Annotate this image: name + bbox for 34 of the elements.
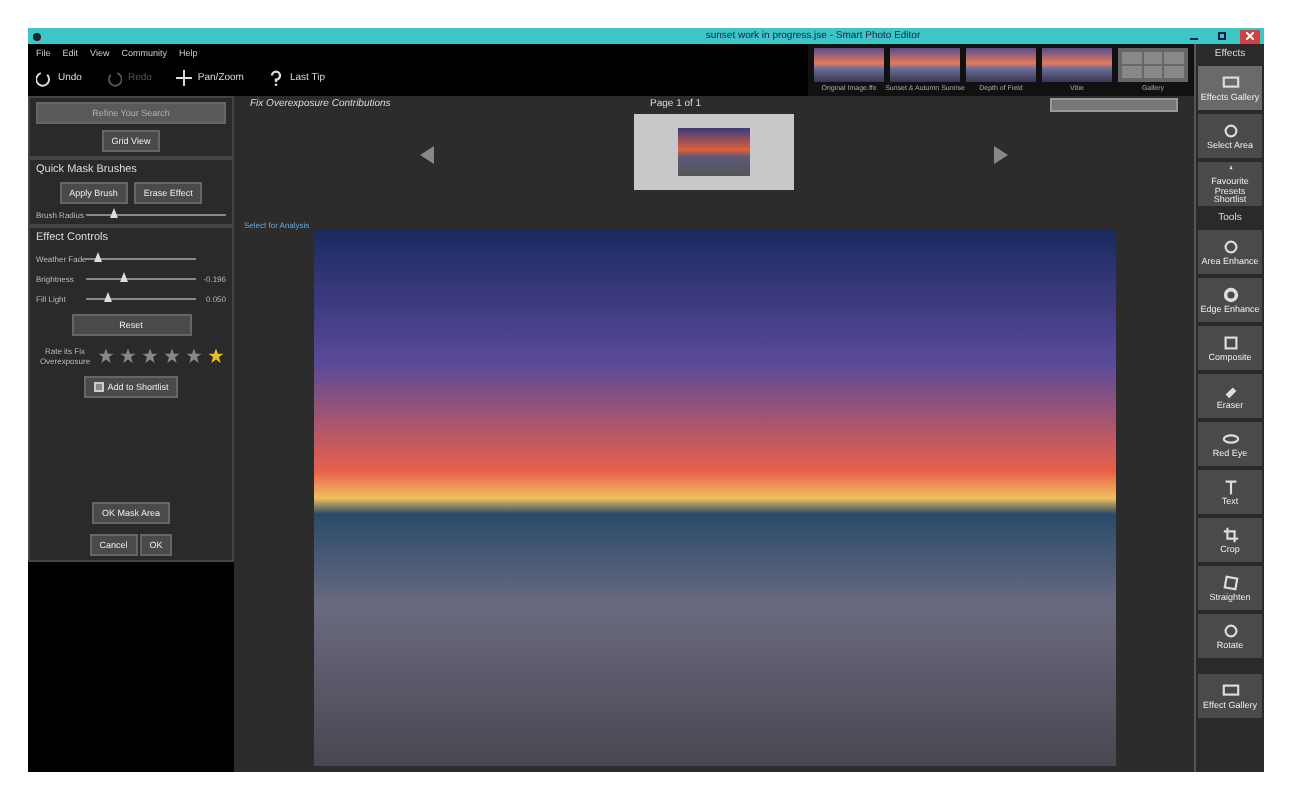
maximize-icon	[1218, 32, 1226, 40]
photo-placeholder[interactable]	[814, 48, 884, 82]
photo-placeholder[interactable]	[966, 48, 1036, 82]
right-arrow-icon[interactable]	[994, 146, 1008, 165]
rotate-icon	[1221, 621, 1239, 640]
left-arrow-icon[interactable]	[420, 146, 434, 165]
eye-icon	[1221, 429, 1239, 448]
dropdown-field[interactable]	[1050, 97, 1178, 112]
photo-placeholder	[678, 127, 750, 176]
checkbox[interactable]	[93, 382, 104, 392]
app-icon	[32, 31, 42, 41]
undo-icon	[36, 68, 52, 88]
crop-icon	[1221, 525, 1239, 544]
question-icon	[267, 68, 284, 88]
thumbnail-card[interactable]	[634, 113, 794, 190]
close-icon	[1246, 32, 1254, 40]
slider-thumb[interactable]	[104, 292, 112, 302]
maximize-button[interactable]	[1212, 29, 1232, 43]
minimize-icon	[1190, 32, 1198, 40]
move-icon	[175, 68, 192, 88]
monitor-icon	[1221, 73, 1239, 92]
slider-thumb[interactable]	[120, 272, 129, 282]
monitor-icon	[1221, 681, 1239, 700]
circle-icon	[1221, 237, 1239, 256]
circle-icon	[1221, 121, 1239, 140]
square-icon	[1221, 333, 1239, 352]
close-button[interactable]	[1240, 29, 1260, 43]
redo-icon	[105, 68, 122, 88]
photo-placeholder[interactable]	[890, 48, 960, 82]
photo-placeholder[interactable]	[1042, 48, 1112, 82]
slider-thumb[interactable]	[93, 252, 101, 262]
text-icon	[1221, 477, 1239, 496]
gallery-thumbnail[interactable]	[1118, 48, 1188, 82]
ring-icon	[1221, 285, 1239, 304]
